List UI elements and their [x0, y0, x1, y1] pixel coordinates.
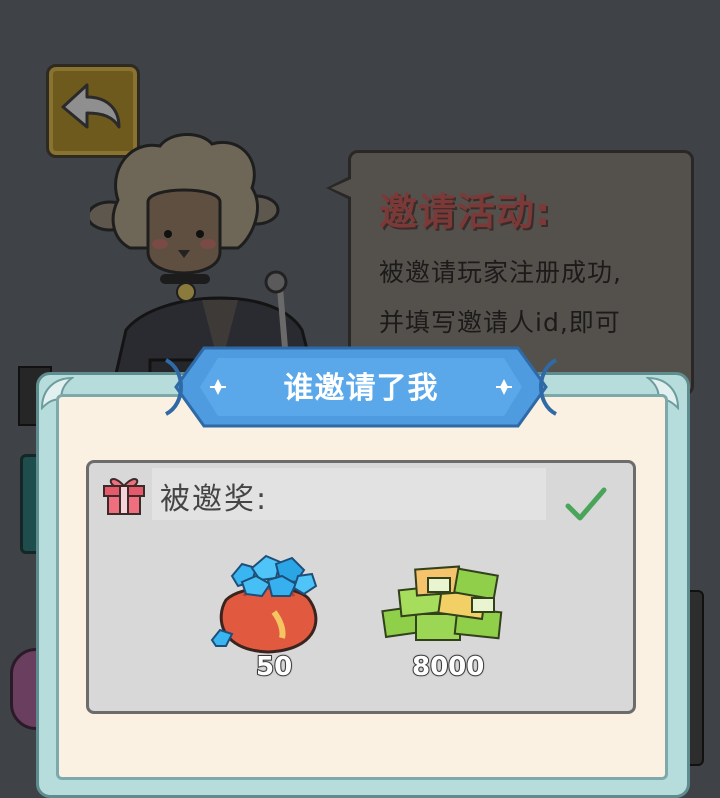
cash-pile-icon: [381, 565, 503, 641]
reward-value-diamonds: 50: [255, 651, 293, 683]
bubble-tail-inner: [331, 179, 351, 197]
check-icon: [565, 487, 607, 521]
game-scene: 邀请活动: 被邀请玩家注册成功, 并填写邀请人id,即可 获 谁邀请了我: [0, 0, 720, 798]
bubble-line-1: 被邀请玩家注册成功,: [379, 258, 622, 287]
bubble-title: 邀请活动:: [379, 190, 552, 234]
dialog-title: 谁邀请了我: [283, 371, 439, 406]
reward-label: 被邀奖:: [160, 482, 269, 517]
gift-icon: [103, 478, 145, 515]
reward-value-cash: 8000: [411, 651, 485, 683]
bubble-line-2: 并填写邀请人id,即可: [379, 308, 621, 337]
diamond-bag-icon: [210, 554, 318, 654]
